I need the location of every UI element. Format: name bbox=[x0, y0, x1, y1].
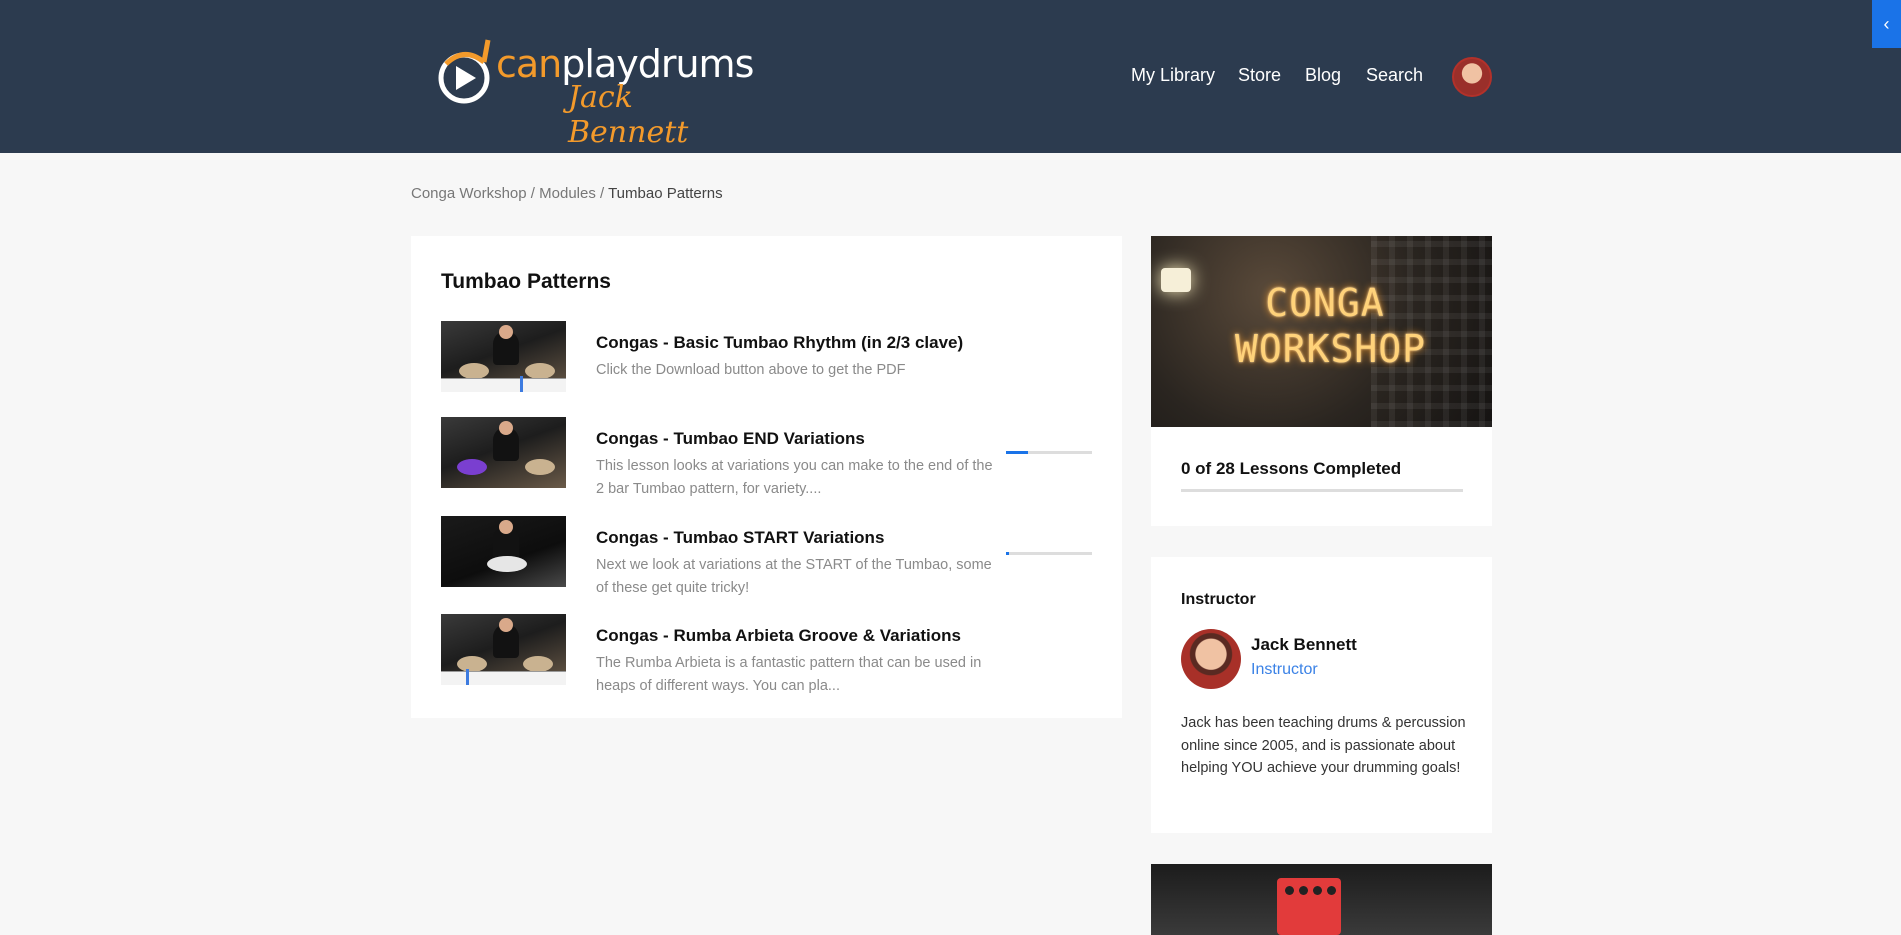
instructor-name: Jack Bennett bbox=[1251, 635, 1357, 654]
lesson-title[interactable]: Congas - Tumbao END Variations bbox=[596, 429, 865, 449]
instructor-heading: Instructor bbox=[1181, 591, 1256, 608]
instructor-avatar bbox=[1181, 629, 1241, 689]
lesson-title[interactable]: Congas - Rumba Arbieta Groove & Variatio… bbox=[596, 626, 961, 646]
canplaydrums-logo[interactable]: canplaydrums Jack Bennett bbox=[436, 28, 756, 150]
lesson-item[interactable]: Congas - Tumbao START Variations Next we… bbox=[441, 516, 1101, 596]
breadcrumb-current: Tumbao Patterns bbox=[608, 185, 723, 202]
lesson-title[interactable]: Congas - Basic Tumbao Rhythm (in 2/3 cla… bbox=[596, 333, 963, 353]
breadcrumb-separator: / bbox=[526, 185, 540, 202]
instructor-bio: Jack has been teaching drums & percussio… bbox=[1181, 715, 1466, 776]
logo-signature: Jack Bennett bbox=[568, 80, 689, 150]
lesson-description: The Rumba Arbieta is a fantastic pattern… bbox=[596, 655, 982, 694]
module-title: Tumbao Patterns bbox=[441, 270, 611, 293]
sidebar-toggle-button[interactable]: ‹ bbox=[1872, 0, 1901, 48]
lesson-item[interactable]: Congas - Basic Tumbao Rhythm (in 2/3 cla… bbox=[441, 321, 1101, 396]
lesson-description: This lesson looks at variations you can … bbox=[596, 458, 993, 497]
course-completion-bar bbox=[1181, 489, 1463, 492]
breadcrumb-course[interactable]: Conga Workshop bbox=[411, 185, 527, 202]
lesson-progress-fill bbox=[1006, 552, 1009, 555]
module-card: Tumbao Patterns Congas - Basic Tumbao Rh… bbox=[411, 236, 1122, 718]
lesson-thumbnail[interactable] bbox=[441, 321, 566, 392]
breadcrumb: Conga Workshop / Modules / Tumbao Patter… bbox=[411, 185, 723, 202]
user-avatar[interactable] bbox=[1452, 57, 1492, 97]
lesson-thumbnail[interactable] bbox=[441, 417, 566, 488]
lesson-thumbnail[interactable] bbox=[441, 516, 566, 587]
site-header: canplaydrums Jack Bennett My Library Sto… bbox=[0, 0, 1901, 153]
lessons-completed-label: 0 of 28 Lessons Completed bbox=[1181, 459, 1402, 478]
lesson-progress-fill bbox=[1006, 451, 1028, 454]
chevron-left-icon: ‹ bbox=[1883, 13, 1890, 34]
nav-blog[interactable]: Blog bbox=[1305, 65, 1341, 86]
breadcrumb-modules[interactable]: Modules bbox=[539, 185, 596, 202]
lesson-item[interactable]: Congas - Tumbao END Variations This less… bbox=[441, 417, 1101, 497]
play-drum-icon bbox=[438, 39, 491, 104]
instructor-card: Instructor Jack Bennett Instructor Jack … bbox=[1151, 557, 1492, 833]
lesson-item[interactable]: Congas - Rumba Arbieta Groove & Variatio… bbox=[441, 614, 1101, 694]
lesson-description: Next we look at variations at the START … bbox=[596, 557, 992, 596]
nav-search[interactable]: Search bbox=[1366, 65, 1423, 86]
promo-image[interactable] bbox=[1151, 864, 1492, 935]
course-cover-image[interactable]: CONGA WORKSHOP bbox=[1151, 236, 1492, 427]
lesson-progress-bar bbox=[1006, 451, 1092, 454]
nav-my-library[interactable]: My Library bbox=[1131, 65, 1215, 86]
lesson-title[interactable]: Congas - Tumbao START Variations bbox=[596, 528, 884, 548]
course-cover-title: CONGA WORKSHOP bbox=[1235, 281, 1427, 371]
instructor-role: Instructor bbox=[1251, 661, 1318, 678]
breadcrumb-separator: / bbox=[595, 185, 609, 202]
nav-store[interactable]: Store bbox=[1238, 65, 1281, 86]
logo-wordmark-prefix: can bbox=[496, 42, 562, 86]
course-progress-card: CONGA WORKSHOP 0 of 28 Lessons Completed bbox=[1151, 236, 1492, 526]
lesson-thumbnail[interactable] bbox=[441, 614, 566, 685]
lesson-progress-bar bbox=[1006, 552, 1092, 555]
lesson-description: Click the Download button above to get t… bbox=[596, 362, 906, 378]
